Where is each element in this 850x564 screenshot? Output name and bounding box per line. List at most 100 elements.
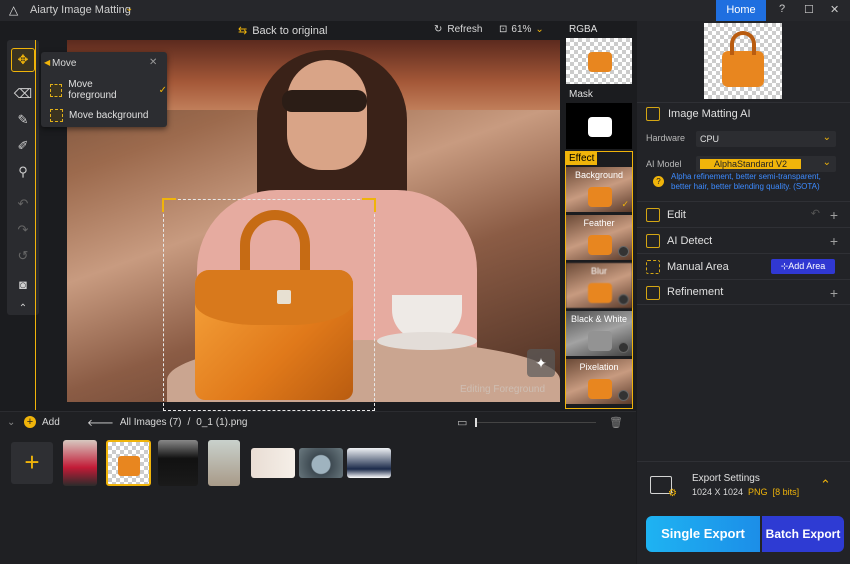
refresh-icon: ↻ <box>434 24 443 35</box>
image-thumbnail[interactable] <box>251 448 295 478</box>
app-logo-icon: △ <box>9 3 19 17</box>
plus-icon[interactable]: + <box>830 207 838 223</box>
image-thumbnail[interactable] <box>158 440 198 486</box>
effect-black-white[interactable]: Black & White <box>566 311 632 356</box>
thumbnail-size-slider[interactable] <box>475 418 596 427</box>
bag-thumbnail <box>588 187 612 207</box>
manual-area-section[interactable]: Manual Area ⊹Add Area <box>637 253 850 279</box>
zoom-control[interactable]: ⊡ 61% ⌄ <box>499 24 544 35</box>
add-images-button[interactable]: + Add <box>24 416 60 428</box>
image-thumbnail-selected[interactable] <box>106 440 151 486</box>
image-thumbnail[interactable] <box>299 448 343 478</box>
home-button[interactable]: Home <box>716 0 766 21</box>
move-foreground-label: Move foreground <box>68 79 117 101</box>
add-area-button[interactable]: ⊹Add Area <box>771 259 835 274</box>
caret-left-icon: ◀ <box>44 58 51 67</box>
bag-thumbnail <box>722 51 764 87</box>
gear-icon: ⚙ <box>668 488 677 499</box>
image-thumbnail[interactable] <box>208 440 240 486</box>
single-export-button[interactable]: Single Export <box>646 516 760 552</box>
export-bits: [8 bits] <box>772 487 800 497</box>
undo-icon[interactable]: ↶ <box>811 207 820 220</box>
effect-blur-label: Blur <box>590 266 607 276</box>
checkmark-icon: ✓ <box>621 199 629 209</box>
right-panel: Image Matting AI Hardware CPU ⌄ AI Model … <box>637 21 850 564</box>
batch-export-button[interactable]: Batch Export <box>762 516 844 552</box>
refinement-section[interactable]: Refinement + <box>637 279 850 305</box>
back-to-original-label: Back to original <box>252 24 328 37</box>
trash-icon[interactable]: 🗑 <box>609 416 623 429</box>
breadcrumb-separator: / <box>187 417 191 428</box>
plus-icon[interactable]: + <box>830 233 838 249</box>
undo-arrow-icon: ⇆ <box>238 25 248 37</box>
chevron-down-icon[interactable]: ⌄ <box>125 3 133 14</box>
effect-blur[interactable]: Blur <box>566 263 632 308</box>
move-tool-icon[interactable]: ✥ <box>11 48 35 72</box>
checkmark-icon: ✓ <box>158 84 167 96</box>
result-preview[interactable] <box>704 23 782 99</box>
move-background-item[interactable]: Move background <box>50 107 149 123</box>
effect-background-label: Background <box>574 170 624 180</box>
canvas-left-edge <box>35 40 36 410</box>
canvas-toolbar: ⇆ Back to original ↻ Refresh ⊡ 61% ⌄ <box>38 21 562 40</box>
app-title: Aiarty Image Matting <box>30 4 131 16</box>
ai-enhance-icon[interactable]: ✦ <box>527 349 555 377</box>
close-icon[interactable]: ✕ <box>149 57 157 68</box>
collapse-icon[interactable]: ⌃ <box>11 296 35 320</box>
add-label: Add <box>42 416 60 428</box>
refinement-label: Refinement <box>667 286 724 298</box>
image-thumbnail[interactable] <box>347 448 391 478</box>
close-icon[interactable]: ✕ <box>830 3 839 16</box>
image-thumbnail[interactable] <box>63 440 97 486</box>
manual-area-icon <box>646 260 660 274</box>
compare-icon[interactable]: ◙ <box>11 272 35 296</box>
refresh-button[interactable]: ↻ Refresh <box>434 24 482 35</box>
rgba-label: RGBA <box>569 24 598 35</box>
ai-model-select[interactable]: AlphaStandard V2 ⌄ <box>696 156 836 172</box>
export-settings-details: 1024 X 1024 PNG [8 bits] <box>692 487 799 497</box>
mask-label: Mask <box>569 89 593 100</box>
radio-icon <box>618 342 629 353</box>
breadcrumb: 🡐 All Images (7) / 0_1 (1).png <box>87 417 247 429</box>
all-images-link[interactable]: All Images (7) <box>120 417 182 429</box>
move-menu-title: Move <box>52 58 77 69</box>
bag-thumbnail <box>588 283 612 303</box>
thumbnail-size-icon: ▭ <box>457 417 468 429</box>
export-settings-title: Export Settings <box>692 473 760 484</box>
radio-icon <box>618 246 629 257</box>
undo-icon[interactable]: ↶ <box>11 192 35 216</box>
edit-icon <box>646 208 660 222</box>
export-size: 1024 X 1024 <box>692 487 744 497</box>
plus-icon[interactable]: + <box>830 285 838 301</box>
zoom-value: 61% <box>511 24 532 35</box>
selection-handle[interactable] <box>162 198 176 212</box>
maximize-icon[interactable]: ☐ <box>804 3 814 16</box>
help-icon[interactable]: ? <box>779 3 785 15</box>
foreground-selection-box[interactable] <box>162 198 376 411</box>
slider-handle[interactable] <box>475 418 477 427</box>
back-to-original-button[interactable]: ⇆ Back to original <box>238 24 328 38</box>
paint-icon[interactable]: ✐ <box>11 134 35 158</box>
fill-icon[interactable]: ⚲ <box>11 160 35 184</box>
effect-pixelation[interactable]: Pixelation <box>566 359 632 404</box>
move-foreground-item[interactable]: Move foreground ✓ <box>50 79 167 101</box>
ai-model-value: AlphaStandard V2 <box>700 159 802 169</box>
hardware-select[interactable]: CPU ⌄ <box>696 131 836 147</box>
brush-icon[interactable]: ✎ <box>11 108 35 132</box>
selection-handle[interactable] <box>362 198 376 212</box>
eraser-icon[interactable]: ⌫ <box>11 82 35 106</box>
reset-icon[interactable]: ↺ <box>11 244 35 268</box>
ai-detect-section[interactable]: AI Detect + <box>637 227 850 253</box>
add-area-label: Add Area <box>788 261 826 271</box>
add-image-tile[interactable]: + <box>11 442 53 484</box>
expand-up-icon[interactable]: ⌃ <box>820 477 831 493</box>
redo-icon[interactable]: ↷ <box>11 218 35 242</box>
effect-background[interactable]: Background ✓ <box>566 167 632 212</box>
collapse-strip-icon[interactable]: ⌄ <box>7 417 15 428</box>
edit-section[interactable]: Edit ↶ + <box>637 201 850 227</box>
mask-thumbnail[interactable] <box>566 103 632 149</box>
effect-feather[interactable]: Feather <box>566 215 632 260</box>
back-arrow-icon[interactable]: 🡐 <box>87 417 114 429</box>
help-icon[interactable]: ? <box>653 176 664 187</box>
rgba-thumbnail[interactable] <box>566 38 632 84</box>
